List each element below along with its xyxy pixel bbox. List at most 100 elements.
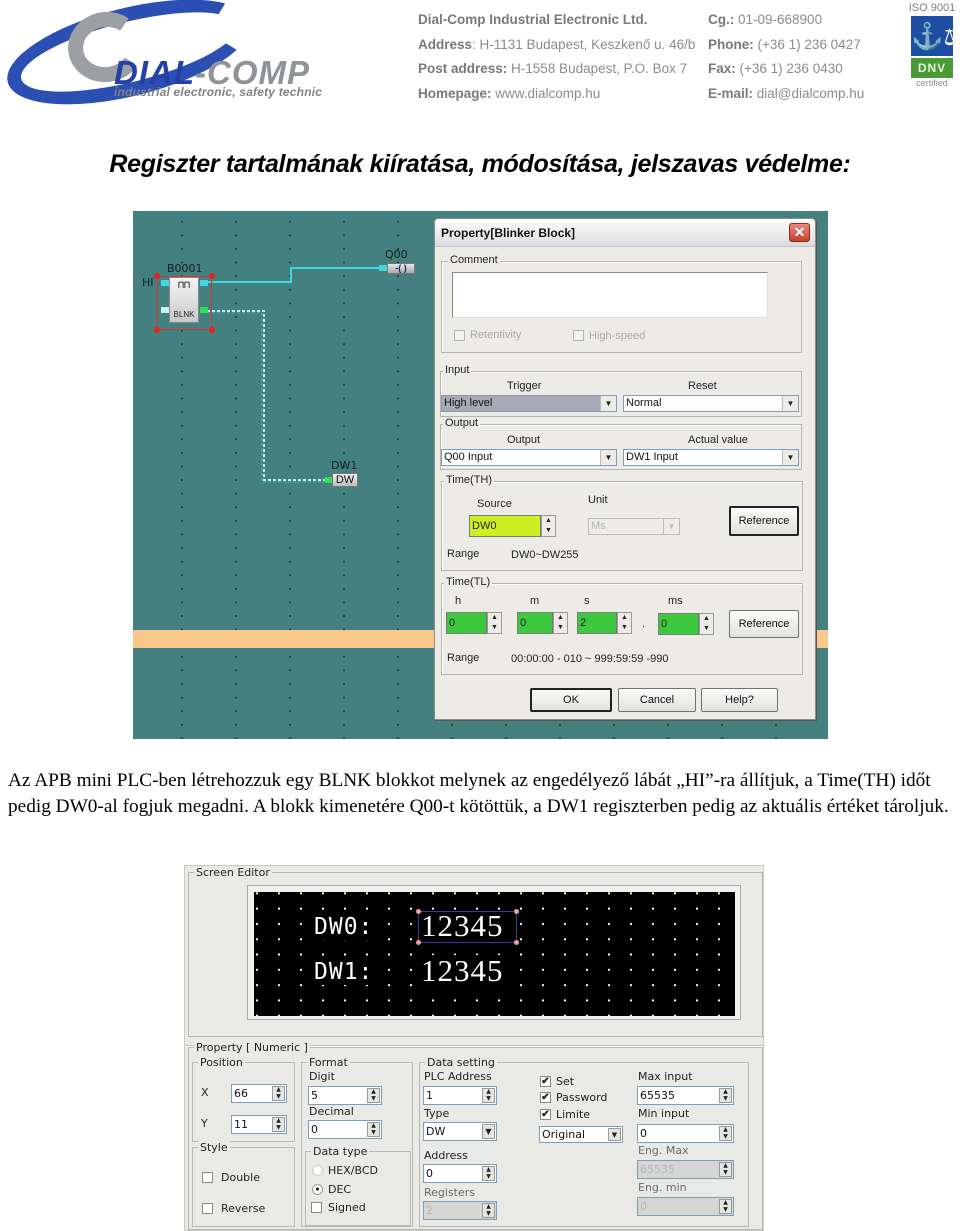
seconds-spinner[interactable]: ▲ ▼ bbox=[617, 612, 632, 634]
digit-spinner[interactable]: ▲ ▼ bbox=[367, 1088, 380, 1103]
lcd-selection-frame[interactable] bbox=[418, 911, 517, 943]
unit-select[interactable]: Ms ▼ bbox=[588, 518, 680, 535]
company-post-address: Post address: H-1558 Budapest, P.O. Box … bbox=[418, 61, 688, 76]
certified-label: certified bbox=[916, 78, 948, 88]
digit-input[interactable]: 5 ▲ ▼ bbox=[308, 1086, 382, 1105]
limite-checkbox[interactable]: ✔ bbox=[540, 1109, 551, 1120]
lcd-display[interactable]: DW0: 12345 DW1: 12345 bbox=[254, 892, 735, 1016]
eng-max-spinner[interactable]: ▲ ▼ bbox=[719, 1162, 732, 1177]
decimal-label: Decimal bbox=[309, 1105, 354, 1118]
y-spinner[interactable]: ▲ ▼ bbox=[272, 1117, 285, 1132]
double-checkbox[interactable] bbox=[202, 1172, 213, 1183]
chevron-down-icon[interactable]: ▼ bbox=[608, 1128, 621, 1141]
plc-address-input[interactable]: 1 ▲ ▼ bbox=[423, 1086, 497, 1105]
time-tl-group-label: Time(TL) bbox=[444, 576, 493, 588]
chevron-down-icon[interactable]: ▼ bbox=[600, 450, 616, 465]
max-input-field[interactable]: 65535 ▲ ▼ bbox=[637, 1086, 734, 1105]
min-input-label: Min input bbox=[638, 1107, 690, 1120]
comment-input[interactable] bbox=[452, 272, 768, 318]
actual-value-select[interactable]: DW1 Input ▼ bbox=[623, 449, 799, 466]
retentivity-checkbox[interactable] bbox=[454, 330, 465, 341]
decimal-spinner[interactable]: ▲ ▼ bbox=[367, 1122, 380, 1137]
ok-button[interactable]: OK bbox=[530, 688, 612, 712]
minutes-input[interactable]: 0 bbox=[517, 612, 553, 634]
seconds-input[interactable]: 2 bbox=[577, 612, 617, 634]
set-checkbox[interactable]: ✔ bbox=[540, 1076, 551, 1087]
dialog-titlebar[interactable]: Property[Blinker Block] ✕ bbox=[435, 219, 815, 247]
min-input-spinner[interactable]: ▲ ▼ bbox=[719, 1126, 732, 1141]
type-select[interactable]: DW ▼ bbox=[423, 1122, 497, 1141]
input-group: Input Trigger Reset High level ▼ Normal … bbox=[440, 364, 802, 417]
coil-q00[interactable]: -( ) bbox=[387, 263, 415, 274]
eng-min-field[interactable]: 0 ▲ ▼ bbox=[637, 1197, 734, 1216]
plc-address-spinner[interactable]: ▲ ▼ bbox=[482, 1088, 495, 1103]
lcd-row2-label: DW1: bbox=[312, 959, 376, 985]
limite-label: Limite bbox=[556, 1108, 591, 1121]
dw1-register-box[interactable]: DW bbox=[332, 473, 358, 487]
dec-radio[interactable]: ● bbox=[312, 1184, 323, 1195]
help-button[interactable]: Help? bbox=[701, 688, 778, 712]
lcd-row2-value[interactable]: 12345 bbox=[419, 955, 506, 987]
minutes-spinner[interactable]: ▲ ▼ bbox=[553, 612, 568, 634]
highspeed-checkbox[interactable] bbox=[573, 330, 584, 341]
trigger-select[interactable]: High level ▼ bbox=[441, 395, 617, 412]
blnk-block[interactable]: ⊓⊓ BLNK bbox=[169, 277, 199, 323]
reset-select[interactable]: Normal ▼ bbox=[623, 395, 799, 412]
signed-checkbox[interactable] bbox=[311, 1202, 322, 1213]
chevron-down-icon[interactable]: ▼ bbox=[600, 396, 616, 411]
dw-name-label: DW1 bbox=[331, 459, 358, 472]
hours-input[interactable]: 0 bbox=[446, 612, 487, 634]
source-spinner[interactable]: ▲ ▼ bbox=[541, 515, 556, 537]
chevron-down-icon[interactable]: ▼ bbox=[782, 396, 798, 411]
ms-input[interactable]: 0 bbox=[658, 613, 699, 635]
eng-max-field[interactable]: 65535 ▲ ▼ bbox=[637, 1160, 734, 1179]
output-select[interactable]: Q00 Input ▼ bbox=[441, 449, 617, 466]
eng-min-spinner[interactable]: ▲ ▼ bbox=[719, 1199, 732, 1214]
input-group-label: Input bbox=[443, 364, 472, 376]
registers-spinner[interactable]: ▲ ▼ bbox=[482, 1203, 495, 1218]
company-homepage: Homepage: www.dialcomp.hu bbox=[418, 85, 601, 101]
data-setting-group: Data setting PLC Address 1 ▲ ▼ Type DW ▼ Ad… bbox=[419, 1056, 749, 1227]
resize-handle[interactable] bbox=[209, 273, 215, 279]
hex-radio[interactable] bbox=[312, 1165, 323, 1176]
chevron-down-icon[interactable]: ▼ bbox=[482, 1124, 495, 1139]
address-spinner[interactable]: ▲ ▼ bbox=[482, 1166, 495, 1181]
x-input[interactable]: 66 ▲ ▼ bbox=[231, 1084, 287, 1103]
cancel-button[interactable]: Cancel bbox=[618, 688, 696, 712]
resize-handle[interactable] bbox=[154, 273, 160, 279]
x-spinner[interactable]: ▲ ▼ bbox=[272, 1086, 285, 1101]
mode-select[interactable]: Original ▼ bbox=[539, 1126, 623, 1143]
decimal-input[interactable]: 0 ▲ ▼ bbox=[308, 1120, 382, 1139]
chevron-down-icon[interactable]: ▼ bbox=[782, 450, 798, 465]
double-label: Double bbox=[221, 1171, 260, 1184]
resize-handle[interactable] bbox=[514, 909, 519, 914]
source-input[interactable]: DW0 bbox=[469, 515, 541, 537]
resize-handle[interactable] bbox=[416, 909, 421, 914]
address-input[interactable]: 0 ▲ ▼ bbox=[423, 1164, 497, 1183]
th-range-value: DW0~DW255 bbox=[511, 549, 579, 561]
company-logo: DIAL-COMP industrial electronic, safety … bbox=[0, 0, 384, 125]
reverse-checkbox[interactable] bbox=[202, 1203, 213, 1214]
resize-handle[interactable] bbox=[209, 327, 215, 333]
ms-spinner[interactable]: ▲ ▼ bbox=[699, 613, 714, 635]
max-input-spinner[interactable]: ▲ ▼ bbox=[719, 1088, 732, 1103]
registers-input[interactable]: 2 ▲ ▼ bbox=[423, 1201, 497, 1220]
dialog-title: Property[Blinker Block] bbox=[441, 226, 576, 240]
tl-range-label: Range bbox=[447, 652, 480, 664]
resize-handle[interactable] bbox=[514, 940, 519, 945]
company-fax: Fax: (+36 1) 236 0430 bbox=[708, 61, 843, 76]
hours-spinner[interactable]: ▲ ▼ bbox=[487, 612, 502, 634]
chevron-down-icon[interactable]: ▼ bbox=[663, 519, 679, 534]
source-label: Source bbox=[477, 498, 512, 510]
resize-handle[interactable] bbox=[416, 940, 421, 945]
password-checkbox[interactable]: ✔ bbox=[540, 1092, 551, 1103]
y-input[interactable]: 11 ▲ ▼ bbox=[231, 1115, 287, 1134]
th-reference-button[interactable]: Reference bbox=[729, 506, 799, 536]
close-button[interactable]: ✕ bbox=[789, 223, 810, 242]
min-input-field[interactable]: 0 ▲ ▼ bbox=[637, 1124, 734, 1143]
coil-name-label: Q00 bbox=[385, 248, 408, 261]
dec-label: DEC bbox=[328, 1183, 352, 1196]
position-group-label: Position bbox=[198, 1056, 245, 1069]
resize-handle[interactable] bbox=[154, 327, 160, 333]
tl-reference-button[interactable]: Reference bbox=[729, 610, 799, 638]
